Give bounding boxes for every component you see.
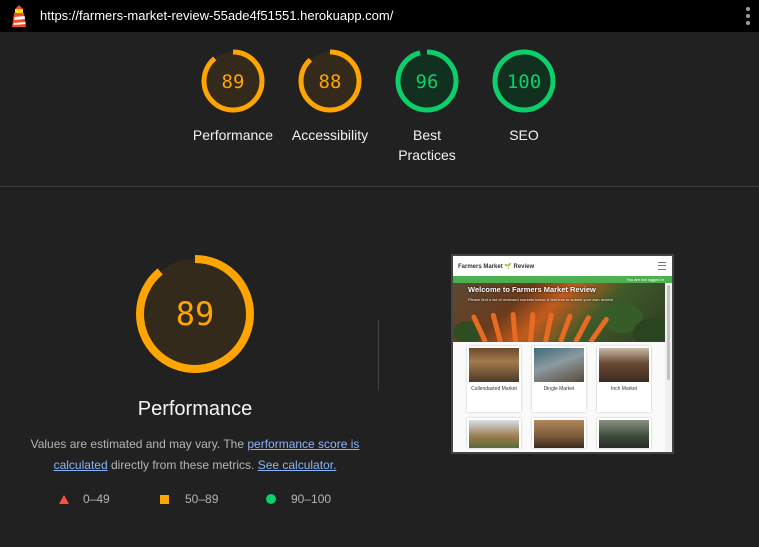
circle-icon [266,494,276,504]
menu-kebab-icon[interactable] [745,7,751,25]
gauge-accessibility[interactable]: 88 Accessibility [282,48,378,145]
screenshot-hero-title: Welcome to Farmers Market Review [468,285,596,294]
desc-text: directly from these metrics. [107,458,258,472]
gauge-best-practices[interactable]: 96 Best Practices [379,48,475,165]
screenshot-hero: Welcome to Farmers Market Review Please … [453,283,665,342]
market-card: Cullendasted Market [467,346,521,412]
triangle-icon [59,494,69,504]
market-card-title: Inch Market [610,386,638,392]
screenshot-status-bar: You are not logged in [453,276,672,283]
page-screenshot[interactable]: Farmers Market 🌱 Review You are not logg… [451,254,674,454]
gauge-label: Accessibility [291,127,369,143]
legend-label: 90–100 [291,492,332,506]
lighthouse-icon [12,5,26,27]
performance-title: Performance [137,398,253,420]
legend-label: 0–49 [83,492,110,506]
square-icon [160,494,169,504]
gauge-ring: 88 [298,49,362,113]
section-divider [0,186,759,187]
market-card-title: Dingle Market [543,386,575,392]
gauge-label: Best Practices [398,127,456,163]
desc-text: Values are estimated and may vary. The [30,437,248,451]
market-card-title: Cullendasted Market [471,386,517,392]
screenshot-hero-subtitle: Please find a list of reviewed markets b… [468,297,614,302]
screenshot-cards: Cullendasted Market Dingle Market Inch M… [453,342,665,452]
market-card [467,418,521,448]
gauge-label: Performance [192,127,274,143]
performance-big-gauge: 89 [136,255,254,373]
gauge-seo[interactable]: 100 SEO [476,48,572,145]
svg-text:89: 89 [222,71,245,93]
svg-text:88: 88 [319,71,342,93]
legend-label: 50–89 [185,492,219,506]
score-gauges: 89 Performance 88 Accessibility 96 Best … [0,32,759,186]
vertical-divider [378,320,379,390]
market-card [532,418,586,448]
legend-fail: 0–49 [59,492,110,506]
performance-description: Values are estimated and may vary. The p… [30,434,360,476]
svg-text:100: 100 [507,71,541,93]
gauge-label: SEO [509,127,539,143]
screenshot-navbar: Farmers Market 🌱 Review [453,256,672,276]
screenshot-brand: Farmers Market 🌱 Review [458,264,535,270]
svg-text:89: 89 [176,295,215,333]
market-card: Dingle Market [532,346,586,412]
screenshot-scrollbar [665,283,672,452]
gauge-performance[interactable]: 89 Performance [185,48,281,145]
page-url[interactable]: https://farmers-market-review-55ade4f515… [40,8,393,23]
gauge-ring: 100 [492,49,556,113]
gauge-ring: 89 [201,49,265,113]
svg-text:96: 96 [416,71,439,93]
market-card [597,418,651,448]
market-card: Inch Market [597,346,651,412]
hamburger-icon [658,262,666,270]
gauge-ring: 96 [395,49,459,113]
see-calculator-link[interactable]: See calculator. [258,458,337,472]
address-bar: https://farmers-market-review-55ade4f515… [0,0,759,32]
legend-average: 50–89 [160,492,218,506]
legend-pass: 90–100 [266,492,331,506]
